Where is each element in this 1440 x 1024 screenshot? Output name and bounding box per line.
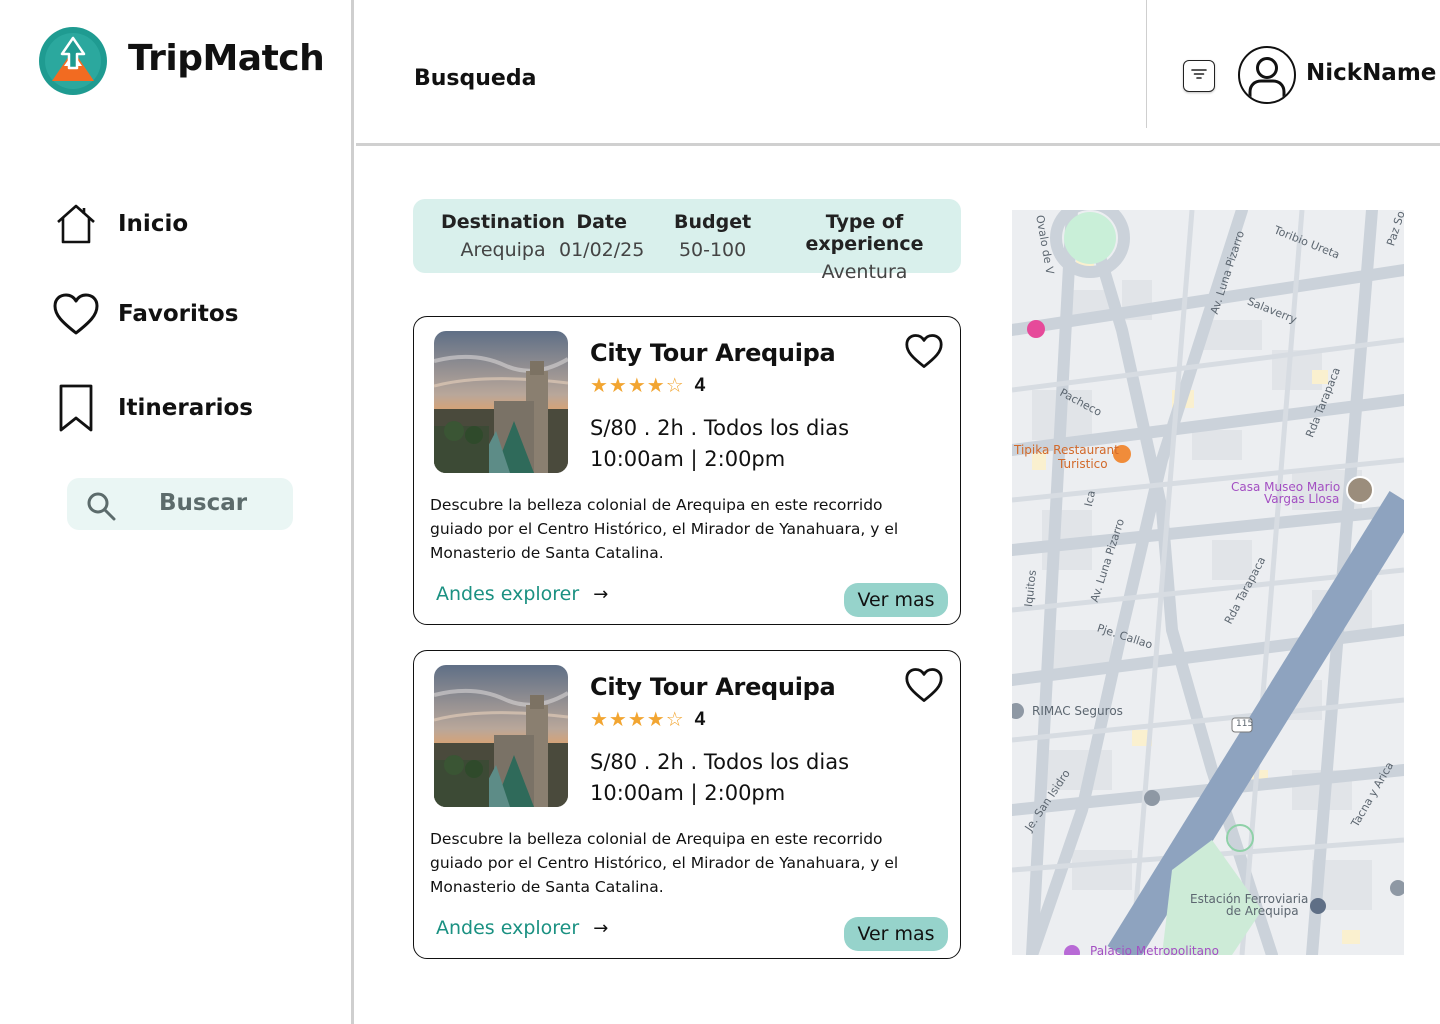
tour-photo [434, 665, 568, 807]
star-rating-icon: ★★★★☆ [590, 709, 685, 731]
tour-rating: ★★★★☆ 4 [590, 707, 705, 732]
user-avatar[interactable] [1238, 46, 1296, 104]
header-divider [1146, 0, 1147, 128]
provider-name: Andes explorer [436, 917, 580, 939]
summary-header: Destination [441, 211, 566, 233]
search-label: Buscar [159, 490, 248, 516]
rating-value: 4 [694, 374, 706, 396]
star-rating-icon: ★★★★☆ [590, 375, 685, 397]
header-bottom-divider [356, 143, 1440, 146]
provider-link[interactable]: Andes explorer → [436, 917, 608, 939]
tour-meta: S/80 . 2h . Todos los dias 10:00am | 2:0… [590, 747, 849, 809]
tour-title[interactable]: City Tour Arequipa [590, 339, 836, 367]
map-label: Palacio Metropolitano [1090, 944, 1219, 955]
sidebar-item-itinerarios[interactable]: Itinerarios [52, 384, 253, 432]
arrow-right-icon: → [593, 917, 609, 939]
results-map[interactable]: Ovalo de V Toribio Ureta Av. Luna Pizarr… [1012, 210, 1404, 955]
user-name[interactable]: NickName [1306, 60, 1436, 86]
tour-meta: S/80 . 2h . Todos los dias 10:00am | 2:0… [590, 413, 849, 475]
page-title: Busqueda [414, 66, 537, 91]
filter-button[interactable] [1183, 60, 1215, 92]
heart-icon [904, 334, 944, 373]
map-label: de Arequipa [1226, 904, 1299, 918]
map-label: Vargas Llosa [1264, 492, 1340, 506]
ver-mas-button[interactable]: Ver mas [844, 583, 948, 617]
summary-value: Arequipa [460, 239, 546, 261]
summary-date: Date 01/02/25 [559, 211, 644, 261]
bookmark-icon [52, 384, 100, 432]
tour-card[interactable]: City Tour Arequipa ★★★★☆ 4 S/80 . 2h . T… [413, 316, 961, 625]
tour-time-line: 10:00am | 2:00pm [590, 781, 786, 805]
sidebar-item-label: Inicio [118, 211, 189, 237]
summary-value: Aventura [821, 261, 908, 283]
summary-value: 01/02/25 [559, 239, 645, 261]
sidebar: TripMatch Inicio Favoritos Itinerarios B… [0, 0, 352, 1024]
app-name: TripMatch [128, 38, 325, 79]
provider-link[interactable]: Andes explorer → [436, 583, 608, 605]
summary-header: Type of experience [805, 211, 924, 255]
heart-icon [904, 668, 944, 707]
summary-budget: Budget 50-100 [674, 211, 751, 261]
sidebar-divider [351, 0, 354, 1024]
summary-value: 50-100 [678, 239, 747, 261]
tour-card[interactable]: City Tour Arequipa ★★★★☆ 4 S/80 . 2h . T… [413, 650, 961, 959]
sidebar-item-inicio[interactable]: Inicio [52, 200, 188, 248]
tour-description: Descubre la belleza colonial de Arequipa… [430, 830, 899, 896]
search-button[interactable]: Buscar [67, 478, 293, 530]
map-label: Turistico [1058, 457, 1108, 471]
tour-title[interactable]: City Tour Arequipa [590, 673, 836, 701]
map-label: 115 [1236, 719, 1254, 729]
provider-name: Andes explorer [436, 583, 580, 605]
home-icon [52, 200, 100, 248]
map-label: Tipika Restaurant [1014, 443, 1119, 457]
arrow-right-icon: → [593, 583, 609, 605]
tour-rating: ★★★★☆ 4 [590, 373, 705, 398]
favorite-button[interactable] [904, 333, 948, 373]
tour-photo [434, 331, 568, 473]
summary-header: Date [576, 211, 627, 233]
summary-header: Budget [674, 211, 752, 233]
summary-destination: Destination Arequipa [441, 211, 565, 261]
tour-price-line: S/80 . 2h . Todos los dias [590, 750, 850, 774]
filter-icon [1190, 67, 1208, 86]
favorite-button[interactable] [904, 667, 948, 707]
map-label: RIMAC Seguros [1032, 704, 1123, 718]
ver-mas-button[interactable]: Ver mas [844, 917, 948, 951]
rating-value: 4 [694, 708, 706, 730]
sidebar-item-favoritos[interactable]: Favoritos [52, 290, 238, 338]
tour-price-line: S/80 . 2h . Todos los dias [590, 416, 850, 440]
tour-description: Descubre la belleza colonial de Arequipa… [430, 496, 899, 562]
search-icon [85, 490, 117, 527]
map-graphic [1012, 210, 1404, 955]
heart-icon [52, 290, 100, 338]
user-icon [1240, 57, 1294, 102]
tripmatch-logo-icon[interactable] [38, 26, 108, 96]
sidebar-item-label: Favoritos [118, 301, 239, 327]
app-root: TripMatch Inicio Favoritos Itinerarios B… [0, 0, 1440, 1024]
tour-time-line: 10:00am | 2:00pm [590, 447, 786, 471]
sidebar-item-label: Itinerarios [118, 395, 253, 421]
search-summary: Destination Arequipa Date 01/02/25 Budge… [413, 199, 961, 283]
summary-type: Type of experience Aventura [768, 211, 961, 283]
